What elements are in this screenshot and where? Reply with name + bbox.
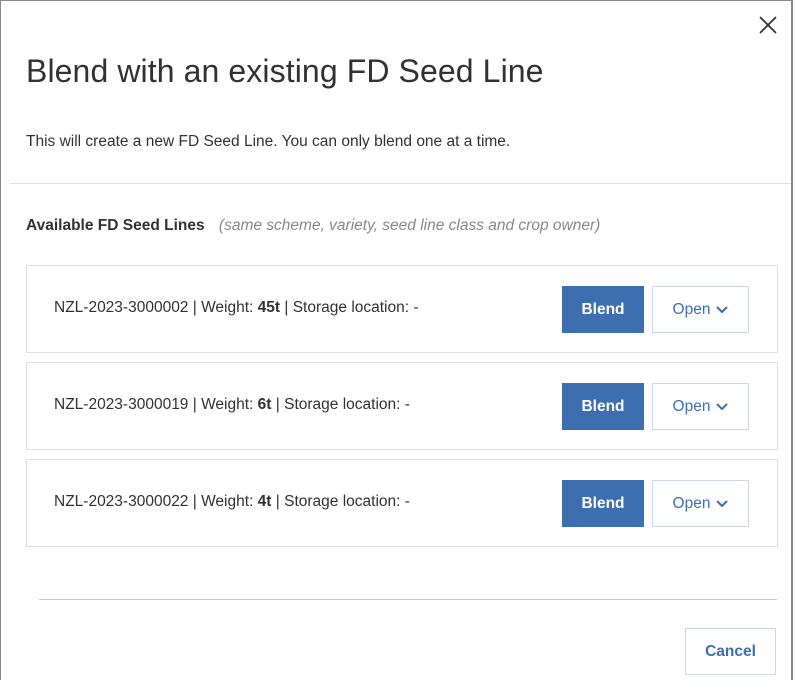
cancel-button[interactable]: Cancel (685, 628, 776, 675)
open-label: Open (672, 300, 711, 318)
storage-location-value: - (413, 299, 419, 316)
open-dropdown-button[interactable]: Open (652, 286, 749, 333)
seed-line-summary: NZL-2023-3000022 | Weight: 4t | Storage … (54, 493, 410, 510)
seed-line-id: NZL-2023-3000022 (54, 493, 189, 510)
close-icon (759, 16, 777, 34)
seed-line-card: NZL-2023-3000022 | Weight: 4t | Storage … (26, 459, 778, 547)
blend-dialog: Blend with an existing FD Seed Line This… (0, 0, 793, 680)
open-dropdown-button[interactable]: Open (652, 480, 749, 527)
dialog-subtitle: This will create a new FD Seed Line. You… (26, 133, 511, 150)
seed-line-list: NZL-2023-3000002 | Weight: 45t | Storage… (26, 265, 778, 556)
weight-value: 45t (257, 299, 281, 316)
chevron-down-icon (716, 306, 728, 314)
seed-line-card: NZL-2023-3000019 | Weight: 6t | Storage … (26, 362, 778, 450)
footer-divider (39, 599, 777, 600)
header-divider (10, 183, 791, 184)
seed-line-id: NZL-2023-3000019 (54, 396, 189, 413)
weight-label: Weight: (201, 299, 254, 316)
weight-value: 6t (257, 396, 272, 413)
blend-button[interactable]: Blend (562, 383, 644, 430)
dialog-title: Blend with an existing FD Seed Line (26, 53, 544, 89)
weight-value: 4t (257, 493, 272, 510)
section-heading: Available FD Seed Lines (same scheme, va… (26, 217, 600, 235)
weight-label: Weight: (201, 493, 254, 510)
seed-line-id: NZL-2023-3000002 (54, 299, 189, 316)
seed-line-card: NZL-2023-3000002 | Weight: 45t | Storage… (26, 265, 778, 353)
open-label: Open (672, 397, 711, 415)
seed-line-summary: NZL-2023-3000002 | Weight: 45t | Storage… (54, 299, 419, 316)
open-dropdown-button[interactable]: Open (652, 383, 749, 430)
close-button[interactable] (755, 13, 781, 39)
blend-button[interactable]: Blend (562, 480, 644, 527)
chevron-down-icon (716, 500, 728, 508)
seed-line-summary: NZL-2023-3000019 | Weight: 6t | Storage … (54, 396, 410, 413)
chevron-down-icon (716, 403, 728, 411)
storage-location-value: - (404, 493, 410, 510)
open-label: Open (672, 494, 711, 512)
weight-label: Weight: (201, 396, 254, 413)
storage-location-value: - (404, 396, 410, 413)
section-hint: (same scheme, variety, seed line class a… (218, 217, 601, 234)
section-label: Available FD Seed Lines (26, 217, 205, 234)
storage-location-label: Storage location: (292, 299, 410, 316)
blend-button[interactable]: Blend (562, 286, 644, 333)
storage-location-label: Storage location: (284, 493, 401, 510)
storage-location-label: Storage location: (284, 396, 401, 413)
